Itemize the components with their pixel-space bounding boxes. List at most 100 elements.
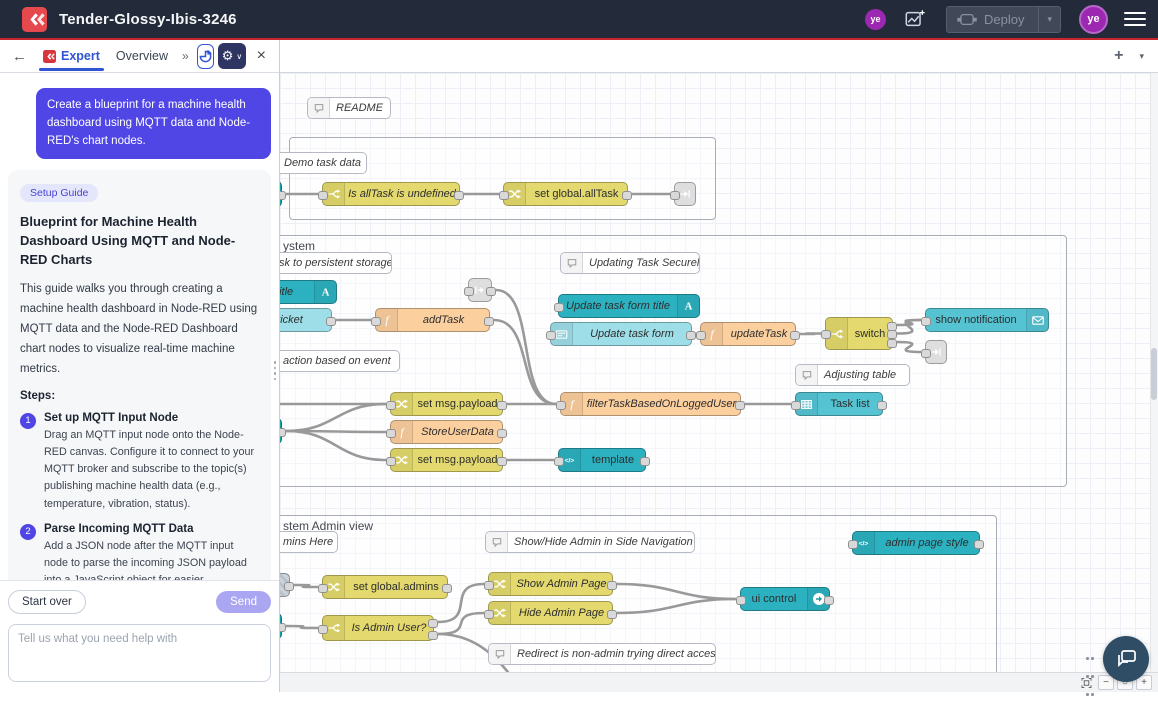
flow-node-stub1[interactable] [280, 181, 282, 207]
deploy-button[interactable]: Deploy ▾ [946, 6, 1061, 33]
input-port[interactable] [848, 540, 858, 549]
input-port[interactable] [318, 625, 328, 634]
input-port[interactable] [386, 401, 396, 410]
assistant-avatar[interactable]: ye [865, 9, 886, 30]
flow-node-sp2[interactable]: set msg.payload [390, 448, 503, 472]
comment-node-demo[interactable]: Demo task data [280, 152, 367, 174]
flow-node-sud[interactable]: fStoreUserData [390, 420, 503, 444]
output-port[interactable] [497, 429, 507, 438]
input-port[interactable] [821, 330, 831, 339]
flow-node-iau[interactable]: Is Admin User? [322, 615, 434, 641]
flow-list-caret-icon[interactable]: ▾ [1139, 51, 1144, 62]
input-port[interactable] [484, 581, 494, 590]
comment-node-c3c[interactable]: Redirect is non-admin trying direct acce… [488, 643, 716, 665]
flow-node-uic[interactable]: ui control [740, 587, 830, 611]
send-button[interactable]: Send [216, 591, 271, 613]
close-icon[interactable]: × [250, 47, 273, 65]
input-port[interactable] [371, 317, 381, 326]
flow-node-sp1[interactable]: set msg.payload [390, 392, 503, 416]
comment-node-c2c[interactable]: Adjusting table [795, 364, 910, 386]
output-port[interactable] [486, 287, 496, 296]
flow-node-notif[interactable]: show notification [925, 308, 1049, 332]
comment-node-c2b[interactable]: Updating Task Securely [560, 252, 700, 274]
flow-node-formtitle[interactable]: m titleA [280, 280, 337, 304]
output-port[interactable] [622, 191, 632, 200]
flow-node-tlist[interactable]: Task list [795, 392, 883, 416]
sidebar-resize-grip[interactable] [273, 358, 277, 383]
settings-dropdown-button[interactable]: ⚙ ∨ [218, 43, 245, 69]
output-port[interactable] [640, 457, 650, 466]
output-port[interactable] [887, 330, 897, 339]
flow-group[interactable] [289, 137, 716, 220]
flow-node-hstub[interactable] [280, 573, 290, 597]
flow-canvas[interactable]: ystemstem Admin viewREADMEDemo task data… [280, 73, 1158, 672]
chat-input[interactable] [8, 624, 271, 682]
flow-node-stub2[interactable] [280, 418, 282, 444]
output-port[interactable] [280, 191, 286, 200]
output-port[interactable] [824, 596, 834, 605]
output-port[interactable] [607, 610, 617, 619]
flow-node-lo1[interactable] [674, 182, 696, 206]
input-port[interactable] [921, 349, 931, 358]
user-avatar[interactable]: ye [1079, 5, 1108, 34]
flow-node-utft[interactable]: Update task form titleA [558, 294, 700, 318]
main-menu-icon[interactable] [1124, 8, 1146, 29]
input-port[interactable] [386, 429, 396, 438]
output-port[interactable] [607, 581, 617, 590]
output-port[interactable] [284, 582, 294, 591]
input-port[interactable] [670, 191, 680, 200]
flow-node-ticket[interactable]: ticket [280, 308, 332, 332]
comment-node-c2d[interactable]: action based on event [280, 350, 400, 372]
input-port[interactable] [554, 457, 564, 466]
comment-node-c2a[interactable]: sk to persistent storage [280, 252, 392, 274]
flow-node-junc[interactable] [468, 278, 492, 302]
canvas-vertical-scrollbar[interactable] [1150, 73, 1158, 672]
output-port[interactable] [497, 401, 507, 410]
output-port[interactable] [735, 401, 745, 410]
output-port[interactable] [326, 317, 336, 326]
flow-node-hap[interactable]: Hide Admin Page [488, 601, 613, 625]
output-port[interactable] [974, 540, 984, 549]
output-port[interactable] [442, 584, 452, 593]
flow-node-utask[interactable]: fupdateTask [700, 322, 796, 346]
comment-node-c3a[interactable]: mins Here [280, 531, 338, 553]
fab-drag-handle[interactable] [1085, 648, 1097, 702]
output-port[interactable] [877, 401, 887, 410]
input-port[interactable] [499, 191, 509, 200]
flow-node-sw2[interactable]: switch [825, 317, 893, 350]
flow-node-astyle[interactable]: </>admin page style [852, 531, 980, 555]
tab-overview[interactable]: Overview [110, 42, 174, 70]
tab-overflow-icon[interactable]: » [178, 49, 193, 63]
input-port[interactable] [554, 303, 564, 312]
comment-node-readme[interactable]: README [307, 97, 391, 119]
output-port[interactable] [428, 619, 438, 628]
scrollbar-thumb[interactable] [1151, 348, 1157, 400]
input-port[interactable] [736, 596, 746, 605]
chat-fab-button[interactable] [1103, 636, 1149, 682]
flow-node-tmpl[interactable]: </>template [558, 448, 646, 472]
output-port[interactable] [484, 317, 494, 326]
deploy-caret-icon[interactable]: ▾ [1038, 7, 1060, 32]
flow-node-ch1[interactable]: set global.allTask [503, 182, 628, 206]
add-flow-icon[interactable]: + [1114, 47, 1123, 65]
input-port[interactable] [546, 331, 556, 340]
flow-node-stub3[interactable] [280, 613, 282, 639]
flow-node-sw1[interactable]: Is allTask is undefined [322, 182, 460, 206]
flow-node-sap[interactable]: Show Admin Page [488, 572, 613, 596]
output-port[interactable] [428, 631, 438, 640]
input-port[interactable] [318, 191, 328, 200]
input-port[interactable] [921, 317, 931, 326]
comment-node-c3b[interactable]: Show/Hide Admin in Side Navigation [485, 531, 695, 553]
flow-node-utf[interactable]: Update task form [550, 322, 692, 346]
output-port[interactable] [280, 428, 286, 437]
chat-scroll-area[interactable]: Create a blueprint for a machine health … [0, 74, 279, 580]
input-port[interactable] [556, 401, 566, 410]
pie-chart-button[interactable] [197, 44, 215, 69]
flow-node-filter[interactable]: ffilterTaskBasedOnLoggedUser [560, 392, 741, 416]
input-port[interactable] [484, 610, 494, 619]
output-port[interactable] [887, 339, 897, 348]
flow-node-addTask[interactable]: faddTask [375, 308, 490, 332]
flow-node-sga[interactable]: set global.admins [322, 575, 448, 599]
output-port[interactable] [497, 457, 507, 466]
output-port[interactable] [790, 331, 800, 340]
